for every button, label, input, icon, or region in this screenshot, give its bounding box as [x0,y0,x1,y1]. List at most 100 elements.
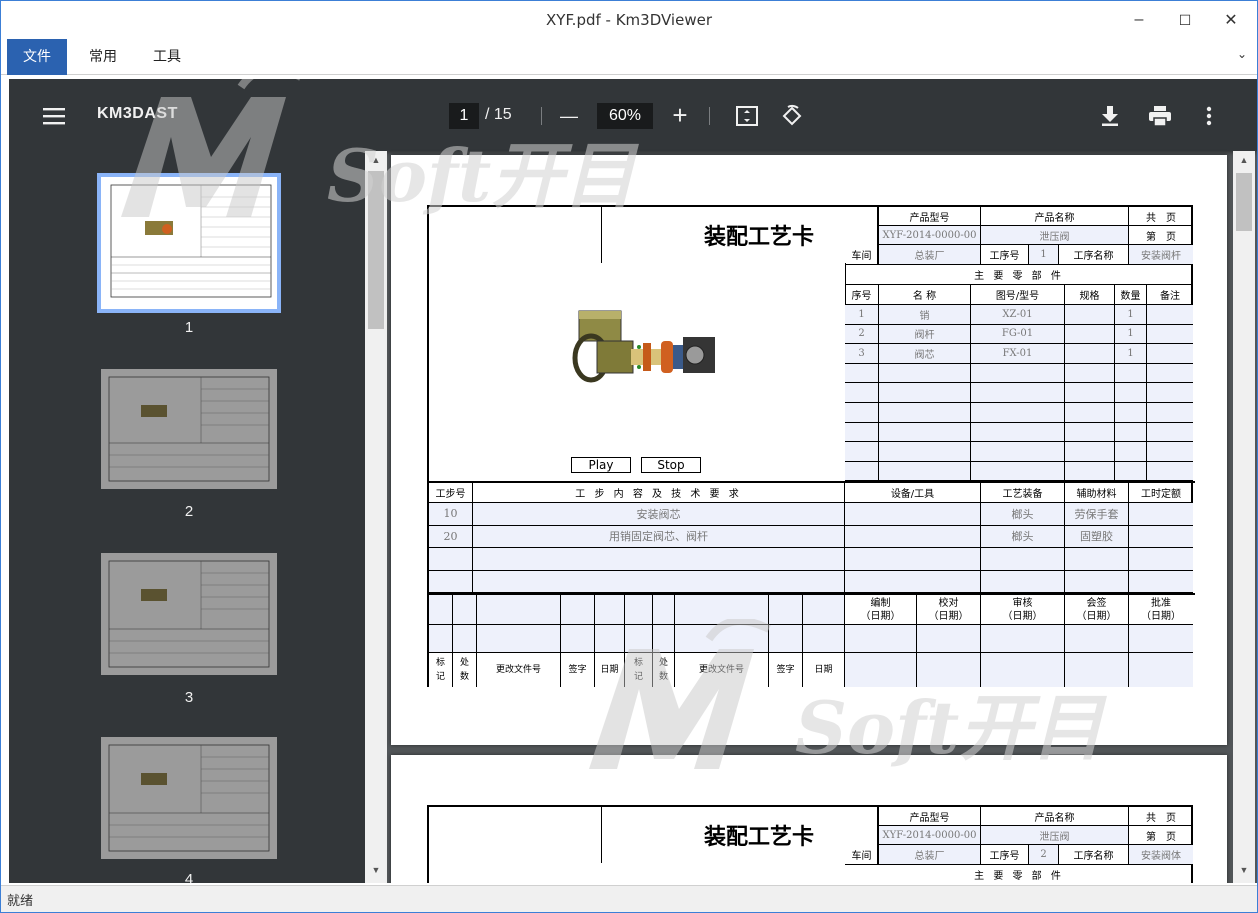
menu-icon[interactable] [39,103,69,129]
page-number-input[interactable]: 1 [449,103,479,129]
step-cell: 安装阀芯 [473,503,845,526]
ribbon-collapse-icon[interactable]: ⌄ [1237,47,1247,61]
thumbnail-label: 2 [184,503,194,520]
workshop-value: 总装厂 [879,245,981,265]
parts-cell [845,403,879,423]
step-cell [1129,525,1193,548]
revision-cell [561,625,595,653]
process-name-label: 工序名称 [1059,245,1129,265]
maximize-button[interactable]: ☐ [1165,7,1205,33]
document-scrollbar[interactable]: ▲ ▼ [1233,151,1255,883]
revision-cell: 签字 [561,653,595,687]
sign-cell: 审核 （日期） [981,595,1065,625]
more-options-icon[interactable] [1197,103,1221,129]
thumbnail-page-4[interactable] [101,737,277,859]
sign-cell [845,653,917,687]
pdf-page-1: 装配工艺卡 产品型号 产品名称 共 页 XYF-2014-0000-00 泄压阀… [391,155,1227,745]
step-cell [981,570,1065,593]
revision-cell: 签字 [769,653,803,687]
menu-file[interactable]: 文件 [7,39,67,75]
thumbnail-page-2[interactable] [101,369,277,489]
thumbnail-page-3[interactable] [101,553,277,675]
rotate-icon[interactable] [777,101,807,131]
sign-cell [981,625,1065,653]
menu-common[interactable]: 常用 [73,39,133,75]
menu-tools[interactable]: 工具 [137,39,197,75]
parts-cell [879,363,971,384]
product-name-value: 泄压阀 [981,826,1129,845]
process-name-value: 安装阀杆 [1129,245,1193,265]
step-cell: 10 [429,503,473,526]
zoom-input[interactable]: 60% [597,103,653,129]
sign-cell [981,653,1065,687]
pdf-toolbar: KM3DAST 1 / 15 — 60% + [9,79,1257,151]
status-bar: 就绪 [1,885,1257,912]
revision-cell [477,595,561,625]
scroll-up-icon[interactable]: ▲ [365,155,387,165]
parts-cell [1065,324,1115,345]
parts-cell [1147,383,1193,403]
parts-cell [1065,344,1115,364]
step-cell [845,503,981,526]
status-text: 就绪 [7,894,34,909]
parts-cell [845,383,879,403]
parts-title: 主 要 零 部 件 [845,265,1193,285]
parts-cell [879,461,971,482]
scrollbar-thumb[interactable] [368,171,384,329]
scroll-down-icon[interactable]: ▼ [365,865,387,875]
step-cell: 榔头 [981,503,1065,526]
scrollbar-thumb[interactable] [1236,173,1252,231]
minimize-button[interactable]: – [1119,7,1159,33]
workshop-label: 车间 [845,845,879,865]
divider [709,107,710,125]
revision-cell [675,595,769,625]
play-button[interactable]: Play [571,457,631,473]
card-title: 装配工艺卡 [703,225,814,250]
step-cell: 劳保手套 [1065,503,1129,526]
close-button[interactable]: ✕ [1211,7,1251,33]
scroll-up-icon[interactable]: ▲ [1233,155,1255,165]
revision-cell: 处 数 [453,653,477,687]
product-model-label: 产品型号 [879,807,981,826]
zoom-in-button[interactable]: + [667,100,693,130]
revision-cell [453,595,477,625]
parts-cell [971,363,1065,384]
zoom-out-button[interactable]: — [557,103,581,129]
revision-cell: 更改文件号 [477,653,561,687]
parts-cell [1147,422,1193,443]
parts-cell [1147,461,1193,482]
sign-cell: 会签 （日期） [1065,595,1129,625]
total-pages-label: 共 页 [1129,807,1193,826]
thumbnail-page-1[interactable] [97,173,281,313]
parts-cell [845,461,879,482]
parts-cell [971,383,1065,403]
scroll-down-icon[interactable]: ▼ [1233,865,1255,875]
product-model-value: XYF-2014-0000-00 [879,226,981,245]
step-cell [1065,548,1129,571]
menu-bar: 文件 常用 工具 ⌄ [1,39,1257,75]
revision-cell [561,595,595,625]
fit-page-icon[interactable] [733,103,761,129]
sign-cell [1065,653,1129,687]
step-header: 辅助材料 [1065,483,1129,503]
download-icon[interactable] [1097,103,1123,129]
revision-cell: 处 数 [653,653,675,687]
revision-cell [625,595,653,625]
parts-cell [971,422,1065,443]
valve-3d-model[interactable] [569,303,739,407]
parts-cell [1065,305,1115,325]
stop-button[interactable]: Stop [641,457,701,473]
revision-cell [653,595,675,625]
parts-cell [1147,403,1193,423]
sidebar-scrollbar[interactable]: ▲ ▼ [365,151,387,883]
step-cell [1129,570,1193,593]
revision-cell: 更改文件号 [675,653,769,687]
window-title: XYF.pdf - Km3DViewer [546,11,712,29]
parts-cell: 销 [879,305,971,325]
print-icon[interactable] [1145,103,1175,129]
parts-cell [1065,461,1115,482]
revision-cell: 日期 [803,653,845,687]
thumbnail-label: 3 [184,689,194,706]
parts-header: 规格 [1065,285,1115,305]
parts-cell [1065,422,1115,443]
